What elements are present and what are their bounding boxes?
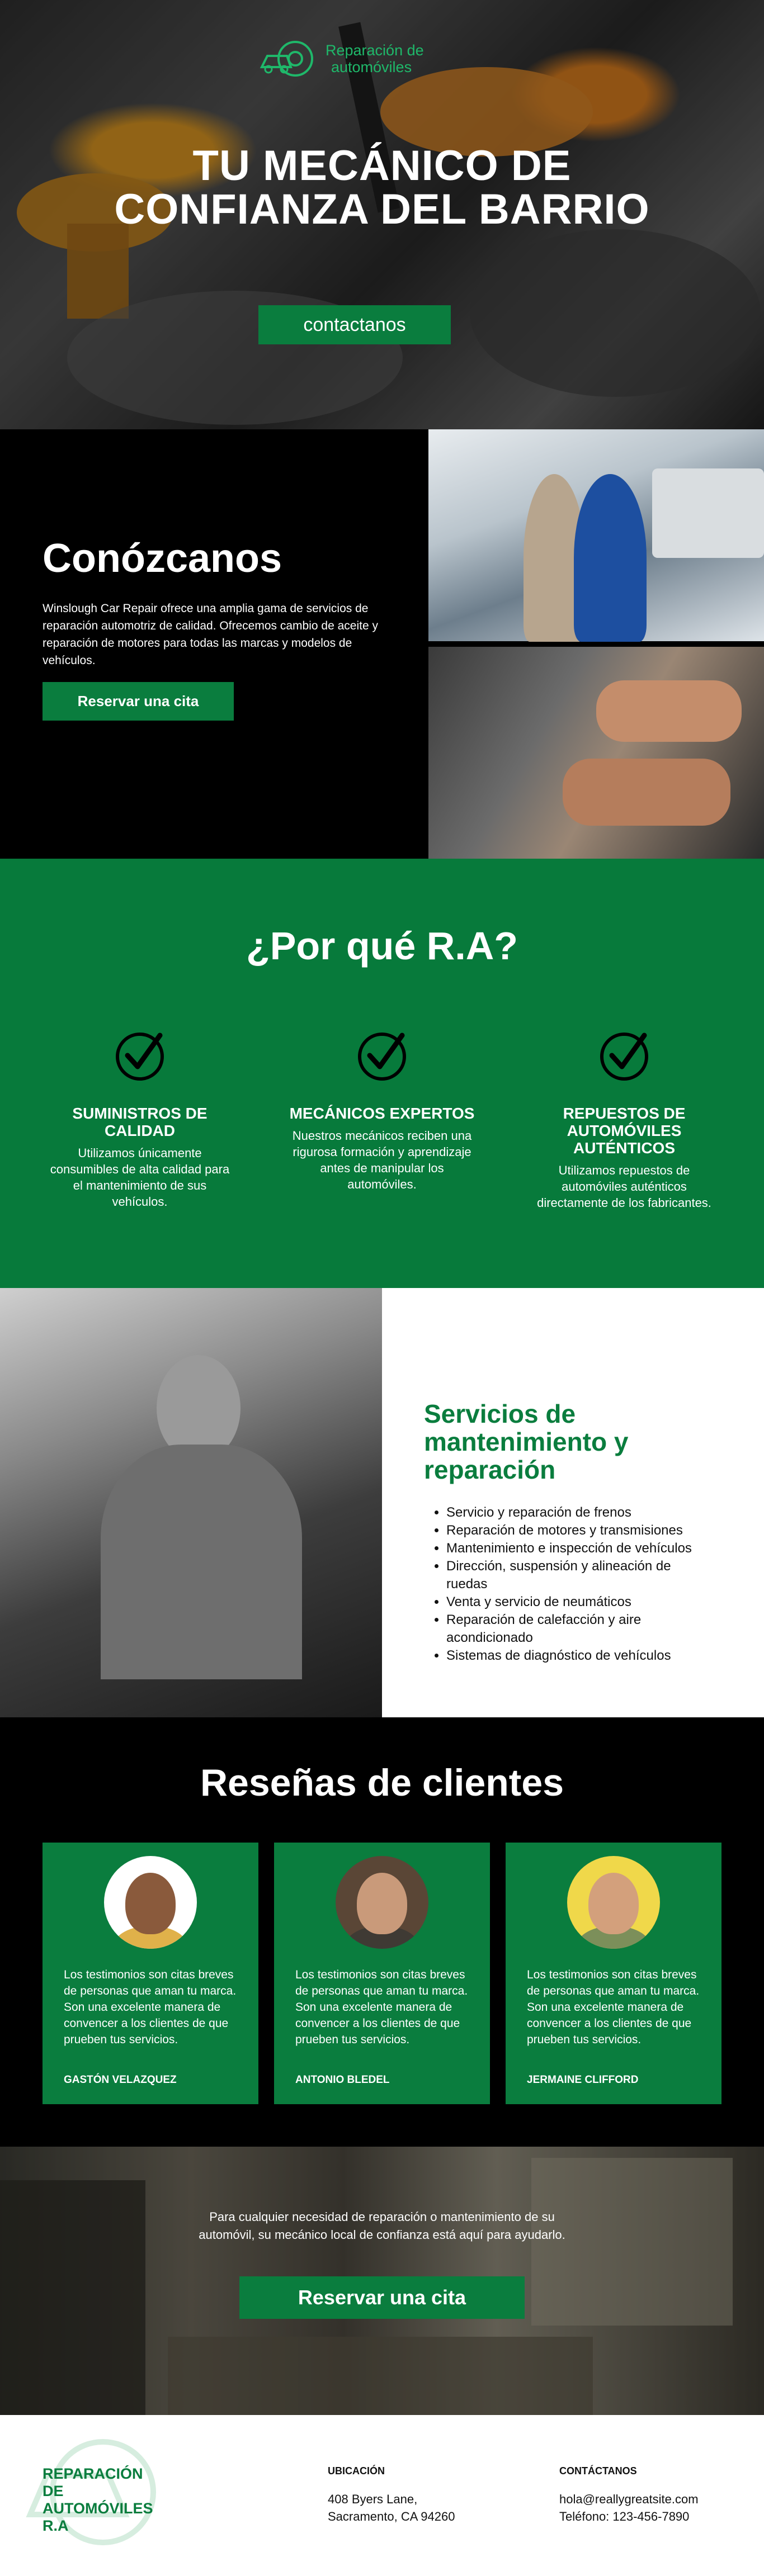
reviewer-name: JERMAINE CLIFFORD — [527, 2074, 639, 2086]
hero-title: TU MECÁNICO DE CONFIANZA DEL BARRIO — [114, 142, 650, 233]
hero-logo: Reparación de automóviles — [256, 34, 424, 84]
footer-contact: CONTÁCTANOS hola@reallygreatsite.com Tel… — [559, 2465, 699, 2525]
avatar — [104, 1856, 197, 1949]
review-text: Los testimonios son citas breves de pers… — [527, 1968, 700, 2046]
feature-quality-supplies: SUMINISTROS DE CALIDAD Utilizamos únicam… — [45, 1026, 235, 1210]
hero-logo-text: Reparación de automóviles — [326, 42, 424, 75]
footer-logo-line: DE — [43, 2483, 64, 2499]
about-text: Winslough Car Repair ofrece una amplia g… — [43, 602, 378, 667]
mechanics-photo — [428, 429, 764, 642]
services-section: Servicios de mantenimiento y reparación … — [0, 1288, 764, 1717]
review-card: Los testimonios son citas breves de pers… — [43, 1843, 258, 2104]
services-title: Servicios de mantenimiento y reparación — [424, 1399, 629, 1484]
service-item: Dirección, suspensión y alineación de ru… — [446, 1557, 715, 1593]
review-card: Los testimonios son citas breves de pers… — [506, 1843, 721, 2104]
book-appointment-button[interactable]: Reservar una cita — [43, 682, 234, 721]
landing-page: Reparación de automóviles TU MECÁNICO DE… — [0, 0, 764, 2576]
review-card: Los testimonios son citas breves de pers… — [274, 1843, 490, 2104]
contact-button[interactable]: contactanos — [258, 305, 451, 344]
check-circle-icon — [358, 1033, 406, 1081]
service-item: Reparación de calefacción y aire acondic… — [446, 1611, 715, 1647]
review-text: Los testimonios son citas breves de pers… — [295, 1968, 468, 2046]
address-line: Sacramento, CA 94260 — [328, 2509, 455, 2523]
footer-logo-line: R.A — [43, 2517, 69, 2534]
feature-title: MECÁNICOS EXPERTOS — [289, 1105, 475, 1122]
service-item: Venta y servicio de neumáticos — [446, 1593, 715, 1611]
email-link[interactable]: hola@reallygreatsite.com — [559, 2490, 699, 2508]
reviewer-name: GASTÓN VELAZQUEZ — [64, 2074, 177, 2086]
review-text: Los testimonios son citas breves de pers… — [64, 1968, 237, 2046]
footer-location: UBICACIÓN 408 Byers Lane, Sacramento, CA… — [328, 2465, 455, 2525]
footer: REPARACIÓN DE AUTOMÓVILES R.A UBICACIÓN … — [0, 2415, 764, 2576]
services-list: Servicio y reparación de frenos Reparaci… — [446, 1504, 715, 1665]
book-appointment-button[interactable]: Reservar una cita — [239, 2276, 525, 2319]
feature-authentic-parts: REPUESTOS DE AUTOMÓVILES AUTÉNTICOS Util… — [529, 1026, 719, 1211]
location-title: UBICACIÓN — [328, 2465, 385, 2476]
footer-logo-text: REPARACIÓN DE AUTOMÓVILES R.A — [43, 2465, 153, 2535]
check-circle-icon — [116, 1033, 164, 1081]
service-item: Sistemas de diagnóstico de vehículos — [446, 1647, 715, 1665]
address-line: 408 Byers Lane, — [328, 2492, 418, 2506]
hero-logo-line2: automóviles — [331, 59, 412, 75]
why-title: ¿Por qué R.A? — [246, 924, 518, 968]
engine-hands-photo — [428, 647, 764, 859]
reviewer-name: ANTONIO BLEDEL — [295, 2074, 390, 2086]
service-item: Mantenimiento e inspección de vehículos — [446, 1540, 715, 1557]
feature-text: Nuestros mecánicos reciben una rigurosa … — [292, 1129, 472, 1191]
feature-text: Utilizamos únicamente consumibles de alt… — [50, 1146, 230, 1209]
reviews-section: Reseñas de clientes Los testimonios son … — [0, 1717, 764, 2147]
phone-line: Teléfono: 123-456-7890 — [559, 2509, 690, 2523]
feature-expert-mechanics: MECÁNICOS EXPERTOS Nuestros mecánicos re… — [287, 1026, 477, 1192]
feature-title: REPUESTOS DE AUTOMÓVILES AUTÉNTICOS — [563, 1105, 686, 1157]
check-circle-icon — [600, 1033, 648, 1081]
cta-text: Para cualquier necesidad de reparación o… — [199, 2210, 565, 2242]
service-item: Reparación de motores y transmisiones — [446, 1522, 715, 1540]
about-title: Conózcanos — [43, 536, 282, 581]
car-gear-logo-icon — [260, 41, 313, 77]
service-item: Servicio y reparación de frenos — [446, 1504, 715, 1522]
why-section: ¿Por qué R.A? SUMINISTROS DE CALIDAD Uti… — [0, 859, 764, 1288]
footer-logo-line: AUTOMÓVILES — [43, 2500, 153, 2517]
cta-section: Para cualquier necesidad de reparación o… — [0, 2147, 764, 2415]
reviews-title: Reseñas de clientes — [200, 1761, 564, 1804]
feature-title: SUMINISTROS DE CALIDAD — [72, 1105, 207, 1139]
avatar — [336, 1856, 428, 1949]
contact-title: CONTÁCTANOS — [559, 2465, 637, 2476]
about-section: Conózcanos Winslough Car Repair ofrece u… — [0, 429, 764, 859]
feature-text: Utilizamos repuestos de automóviles auté… — [537, 1163, 711, 1210]
avatar — [567, 1856, 660, 1949]
mechanic-portrait-photo — [0, 1288, 382, 1717]
footer-logo-line: REPARACIÓN — [43, 2465, 143, 2482]
hero-logo-line1: Reparación de — [326, 42, 424, 59]
hero-section: Reparación de automóviles TU MECÁNICO DE… — [0, 0, 764, 429]
